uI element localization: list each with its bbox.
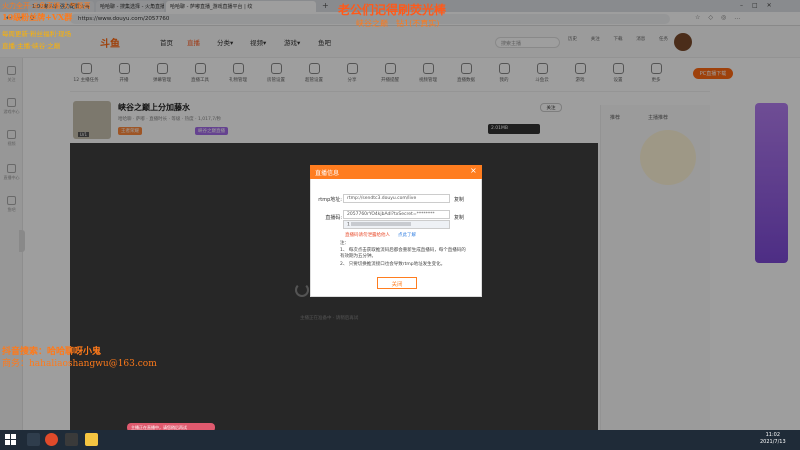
copy-code-button[interactable]: 复制 (454, 214, 464, 221)
taskbar-app-1-icon[interactable] (27, 433, 40, 446)
watermark-top-left-2: 10级粉丝牌+VX群 (2, 12, 73, 22)
taskbar-clock: 11:02 2021/7/13 (760, 432, 786, 445)
note-2: 2、 只要切换推流接口也会导致rtmp地址发生变化。 (340, 262, 446, 267)
close-icon[interactable]: × (470, 166, 477, 175)
note-1: 1、 每次点击获取推流码后都会重新生成直播码，每个直播码的有效期为五分钟。 (340, 248, 466, 259)
watermark-top-left-3: 每周更新·粉丝福利·现场 (2, 30, 72, 38)
watermark-top-center-2: 峡谷之巅 钻1(不真实) (356, 19, 440, 28)
dialog-close-button[interactable]: 关闭 (377, 277, 417, 289)
windows-taskbar (0, 430, 800, 450)
rtmp-address-field[interactable]: rtmp://sendtc3.douyu.com/live (343, 194, 450, 203)
copy-rtmp-button[interactable]: 复制 (454, 196, 464, 203)
learn-more-link[interactable]: 点此了解 (398, 232, 416, 238)
windows-start-icon[interactable] (5, 434, 16, 445)
stream-code-label: 直播码: (325, 215, 342, 221)
watermark-top-center-1: 老公们记得刷荧光棒 (338, 3, 447, 17)
note-heading: 注： (340, 241, 349, 246)
code-select[interactable]: 1 (343, 220, 450, 229)
obs-icon[interactable] (65, 433, 78, 446)
dialog-title: 直播信息 (310, 165, 482, 179)
rtmp-label: rtmp地址: (318, 197, 342, 203)
chrome-icon[interactable] (45, 433, 58, 446)
watermark-bottom-left-2: 商务：hahaliaoshangwu@163.com (2, 359, 157, 369)
watermark-top-left-4: 直播·主播·峡谷·之巅 (2, 42, 61, 50)
folder-icon[interactable] (85, 433, 98, 446)
stream-code-field[interactable]: 2057760rYO4kjbAdl?txSecret=******** (343, 210, 450, 219)
warning-text: 直播码请勿泄露给他人 (345, 233, 390, 238)
watermark-top-left-1: 火力全开·斗鱼直播·人气最高 (2, 2, 91, 10)
